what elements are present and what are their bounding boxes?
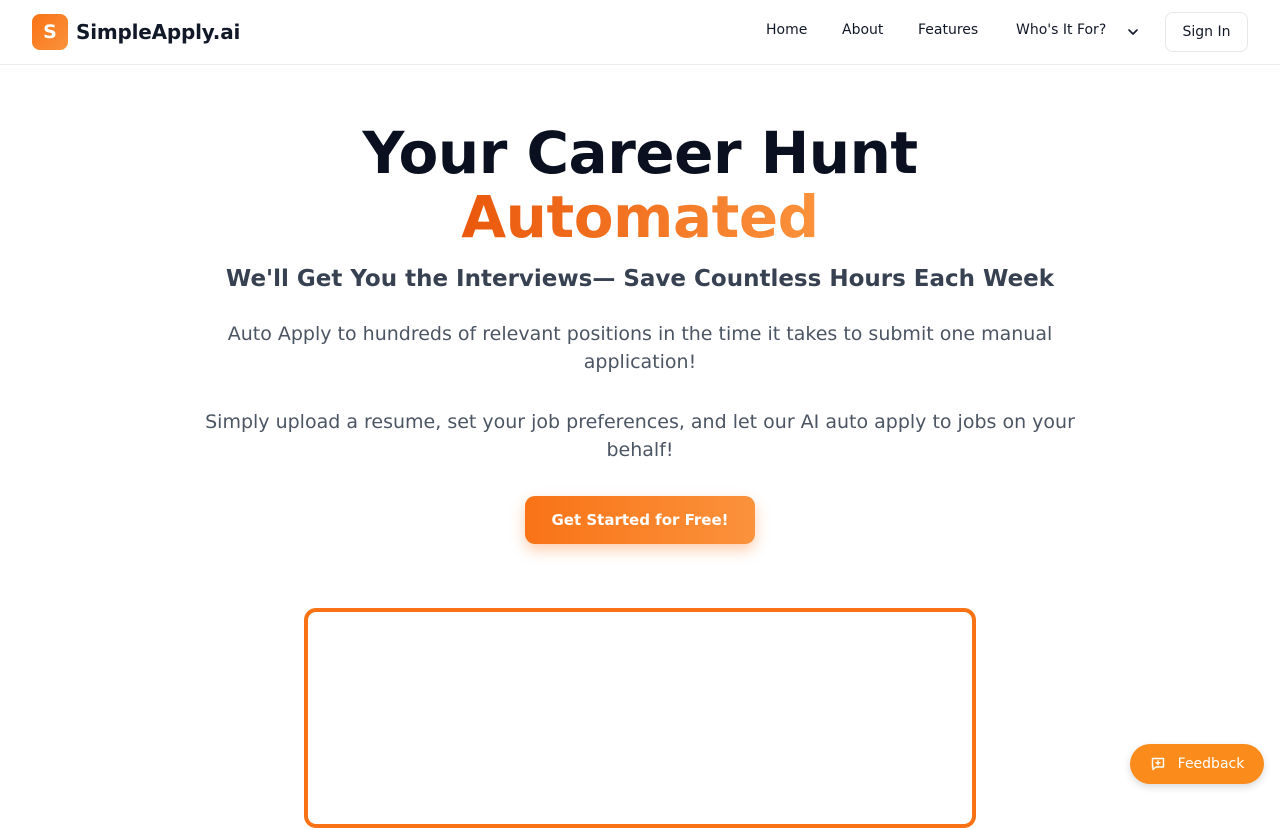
hero-subtitle: We'll Get You the Interviews— Save Count…: [225, 266, 1055, 292]
nav-link-features[interactable]: Features: [918, 22, 978, 38]
feedback-label: Feedback: [1177, 756, 1245, 772]
demo-video-frame[interactable]: [304, 608, 976, 828]
top-navbar: S SimpleApply.ai Home About Features Who…: [0, 0, 1280, 65]
logo-icon: S: [32, 14, 68, 50]
brand-logo-link[interactable]: S SimpleApply.ai: [32, 14, 240, 50]
hero-title-accent-text: Automated: [461, 183, 819, 251]
get-started-button[interactable]: Get Started for Free!: [525, 496, 755, 544]
feedback-button[interactable]: Feedback: [1130, 744, 1264, 784]
hero-title: Your Career Hunt: [362, 119, 918, 187]
hero-paragraph-1: Auto Apply to hundreds of relevant posit…: [227, 323, 1053, 373]
hero-paragraph-2: Simply upload a resume, set your job pre…: [205, 411, 1075, 461]
message-plus-icon: [1151, 757, 1164, 771]
hero-title-accent: Automated: [0, 184, 1280, 250]
brand-name: SimpleApply.ai: [76, 20, 241, 44]
nav-link-about[interactable]: About: [842, 22, 883, 38]
nav-dropdown-whos-it-for[interactable]: Who's It For?: [1016, 22, 1106, 38]
nav-link-home[interactable]: Home: [766, 22, 807, 38]
chevron-down-icon[interactable]: [1126, 25, 1140, 39]
sign-in-button[interactable]: Sign In: [1165, 12, 1248, 52]
